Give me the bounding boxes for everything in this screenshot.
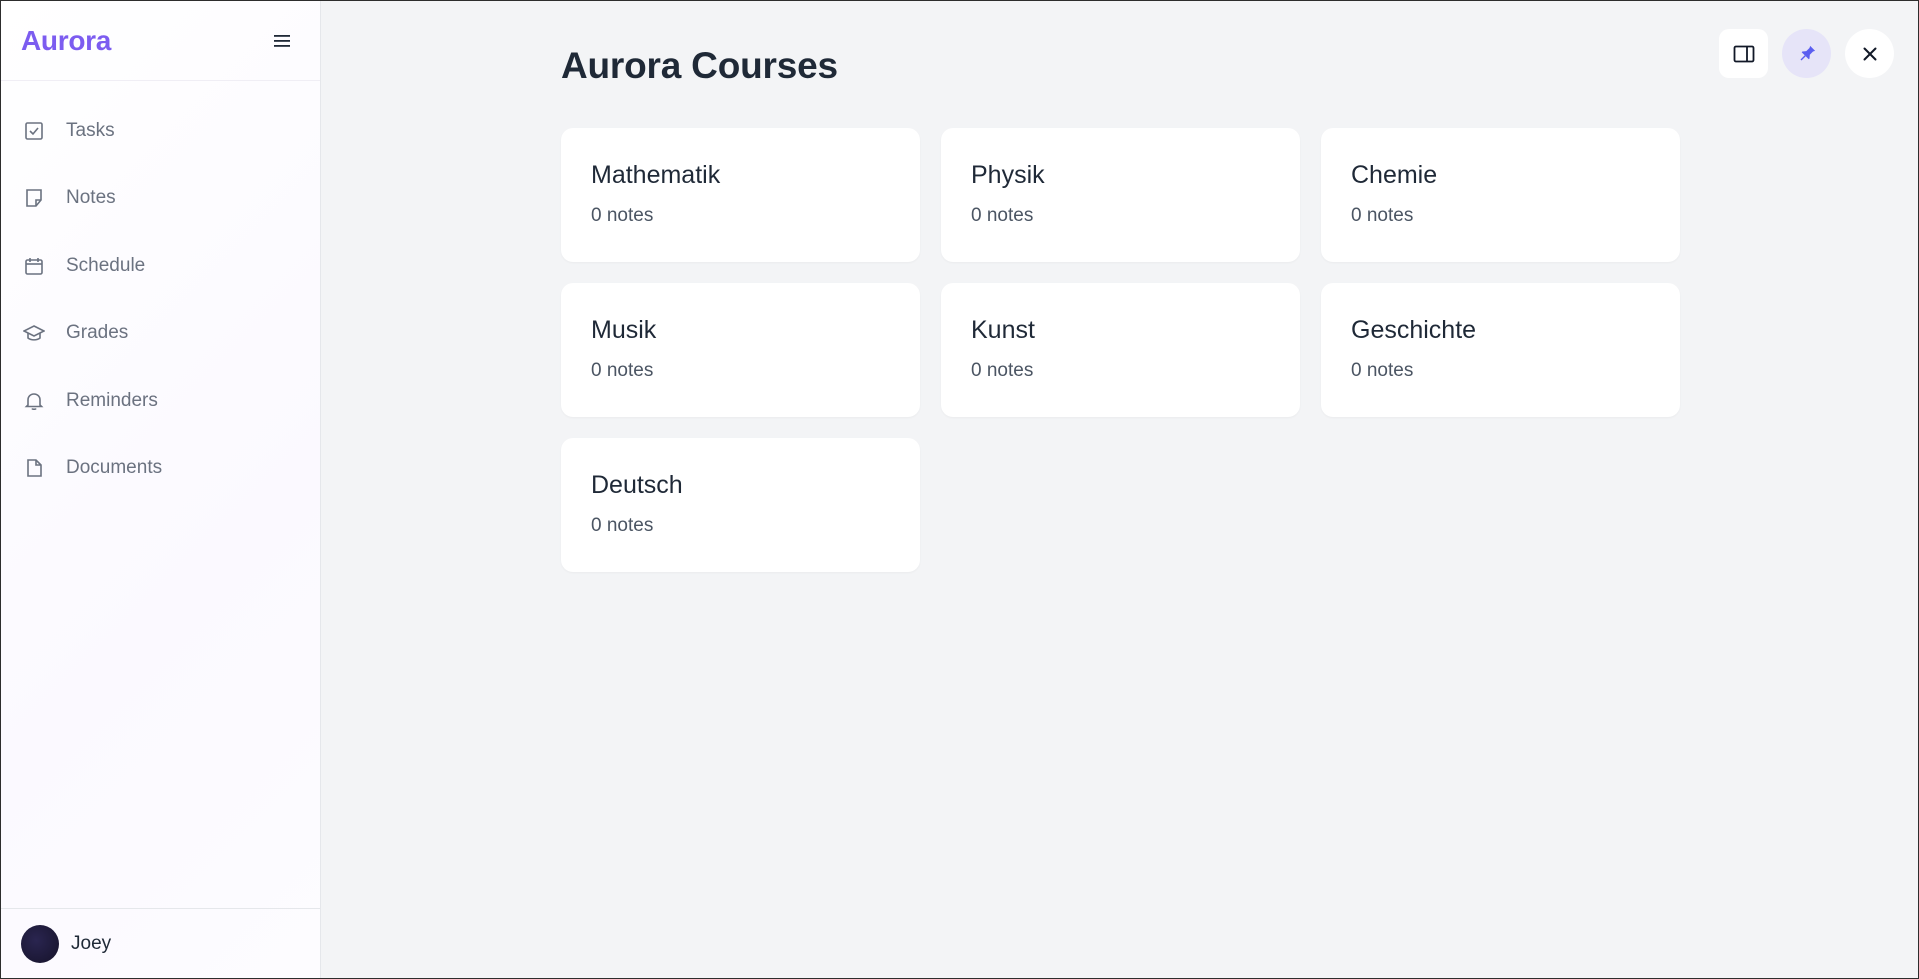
- sidebar-item-tasks[interactable]: Tasks: [1, 97, 320, 165]
- course-card-chemie[interactable]: Chemie 0 notes: [1321, 128, 1680, 262]
- sidebar-item-label: Documents: [66, 457, 163, 479]
- pin-icon: [1799, 45, 1815, 61]
- course-card-deutsch[interactable]: Deutsch 0 notes: [561, 438, 920, 572]
- course-card-geschichte[interactable]: Geschichte 0 notes: [1321, 283, 1680, 417]
- course-note-count: 0 notes: [591, 205, 654, 226]
- course-title: Deutsch: [591, 471, 683, 499]
- course-title: Chemie: [1351, 161, 1438, 189]
- sidebar-item-label: Reminders: [66, 389, 158, 411]
- sidebar-item-label: Notes: [66, 187, 116, 209]
- close-icon: [1863, 47, 1876, 60]
- course-note-count: 0 notes: [1351, 205, 1414, 226]
- graduation-cap-icon: [23, 322, 45, 344]
- sidebar-nav: Tasks Notes Schedule Grades Reminders Do…: [1, 81, 320, 908]
- course-title: Physik: [971, 161, 1045, 189]
- sidebar-item-notes[interactable]: Notes: [1, 165, 320, 233]
- sidebar-item-reminders[interactable]: Reminders: [1, 367, 320, 435]
- main-content: Aurora Courses Mathematik 0 notes Physik…: [322, 1, 1918, 978]
- page-title: Aurora Courses: [561, 45, 838, 86]
- course-title: Kunst: [971, 316, 1035, 344]
- user-profile[interactable]: Joey: [1, 908, 320, 978]
- sidebar-item-label: Schedule: [66, 254, 146, 276]
- sidebar-item-label: Tasks: [66, 119, 115, 141]
- course-title: Musik: [591, 316, 657, 344]
- course-note-count: 0 notes: [1351, 360, 1414, 381]
- course-title: Mathematik: [591, 161, 721, 189]
- course-note-count: 0 notes: [971, 205, 1034, 226]
- note-icon: [23, 187, 45, 209]
- sidebar-header: Aurora: [1, 1, 320, 81]
- app-logo[interactable]: Aurora: [21, 25, 111, 57]
- sidebar-item-grades[interactable]: Grades: [1, 300, 320, 368]
- hamburger-menu-button[interactable]: [264, 23, 300, 59]
- pin-button[interactable]: [1782, 29, 1831, 78]
- sidebar-item-documents[interactable]: Documents: [1, 435, 320, 503]
- check-square-icon: [23, 120, 45, 142]
- bell-icon: [23, 390, 45, 412]
- toggle-panel-button[interactable]: [1719, 29, 1768, 78]
- course-title: Geschichte: [1351, 316, 1477, 344]
- course-note-count: 0 notes: [971, 360, 1034, 381]
- course-card-kunst[interactable]: Kunst 0 notes: [941, 283, 1300, 417]
- sidebar-item-schedule[interactable]: Schedule: [1, 232, 320, 300]
- course-card-physik[interactable]: Physik 0 notes: [941, 128, 1300, 262]
- course-card-musik[interactable]: Musik 0 notes: [561, 283, 920, 417]
- avatar[interactable]: [21, 924, 59, 963]
- sidebar-panel-icon: [1733, 45, 1754, 62]
- sidebar-item-label: Grades: [66, 322, 129, 344]
- window-actions: [1719, 29, 1894, 78]
- course-note-count: 0 notes: [591, 515, 654, 536]
- sidebar: Aurora Tasks Notes Schedule Grades Remin…: [1, 1, 321, 978]
- course-grid: Mathematik 0 notes Physik 0 notes Chemie…: [561, 128, 1680, 572]
- course-card-mathematik[interactable]: Mathematik 0 notes: [561, 128, 920, 262]
- username: Joey: [71, 932, 112, 954]
- hamburger-icon: [274, 34, 290, 47]
- file-icon: [23, 457, 45, 479]
- close-button[interactable]: [1845, 29, 1894, 78]
- course-note-count: 0 notes: [591, 360, 654, 381]
- calendar-icon: [23, 255, 45, 277]
